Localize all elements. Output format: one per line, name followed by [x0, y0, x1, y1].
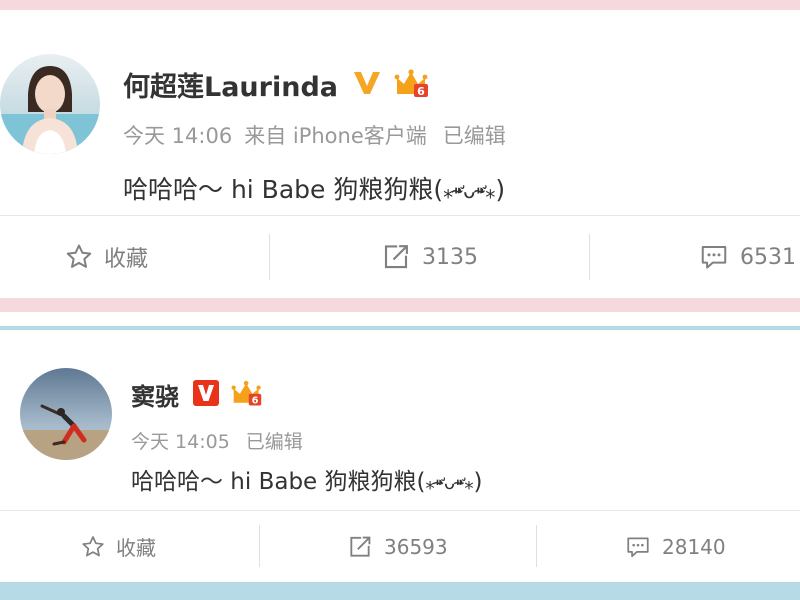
- post-time[interactable]: 今天 14:06: [123, 120, 232, 150]
- star-icon: [82, 535, 104, 556]
- user-info-row: 窦骁 6: [131, 377, 263, 412]
- comment-button[interactable]: 6531: [698, 216, 796, 298]
- repost-count: 36593: [384, 534, 448, 559]
- avatar[interactable]: [0, 54, 100, 154]
- post-text-end: ): [473, 469, 483, 495]
- pink-band-bottom: [0, 298, 800, 312]
- comment-icon: [701, 246, 727, 269]
- comment-count: 6531: [740, 244, 796, 270]
- user-info-row: 何超莲Laurinda 6: [123, 65, 430, 104]
- post-content: 哈哈哈～ hi Babe 狗粮狗粮(⁎⁍̴̛ᴗ⁍̴̛⁎): [123, 170, 505, 206]
- repost-button[interactable]: 36593: [346, 511, 448, 582]
- action-separator: [259, 525, 260, 567]
- post-time[interactable]: 今天 14:05: [131, 427, 230, 454]
- post-text: 哈哈哈～ hi Babe 狗粮狗粮(: [123, 175, 444, 204]
- favorite-label: 收藏: [104, 247, 149, 272]
- top-pink-band: [0, 0, 800, 10]
- username-link[interactable]: 窦骁: [131, 377, 179, 412]
- post-content: 哈哈哈～ hi Babe 狗粮狗粮(⁎⁍̴̛ᴗ⁍̴̛⁎): [131, 462, 483, 496]
- vip-level-label: 6: [417, 85, 425, 98]
- comment-count: 28140: [662, 534, 726, 559]
- vip-crown-icon[interactable]: 6: [231, 379, 263, 411]
- comment-icon: [627, 536, 649, 557]
- post-source: 来自 iPhone客户端: [244, 124, 427, 148]
- post-meta: 今天 14:06 来自 iPhone客户端 已编辑: [123, 120, 506, 150]
- red-v-verified-icon[interactable]: [193, 379, 219, 410]
- username-link[interactable]: 何超莲Laurinda: [123, 65, 338, 104]
- edited-label[interactable]: 已编辑: [443, 120, 506, 150]
- weibo-post-card: 何超莲Laurinda 6 今天 14:06 来自 iPhone客户端 已编辑 …: [0, 10, 800, 298]
- action-separator: [269, 234, 270, 280]
- post-meta: 今天 14:05 已编辑: [131, 427, 303, 454]
- kaomoji: ⁎⁍̴̛ᴗ⁍̴̛⁎: [443, 179, 496, 203]
- comment-button[interactable]: 28140: [624, 511, 726, 582]
- action-bar: 收藏 36593 28140: [0, 511, 800, 582]
- action-separator: [536, 525, 537, 567]
- action-bar: 收藏 3135 6531: [0, 216, 800, 298]
- edited-label[interactable]: 已编辑: [246, 427, 303, 454]
- repost-icon: [350, 536, 371, 557]
- favorite-label: 收藏: [116, 536, 156, 560]
- repost-icon: [384, 245, 408, 269]
- avatar[interactable]: [20, 368, 112, 460]
- favorite-button[interactable]: 收藏: [64, 216, 148, 298]
- repost-button[interactable]: 3135: [380, 216, 478, 298]
- star-icon: [66, 244, 92, 268]
- repost-count: 3135: [422, 244, 478, 270]
- action-separator: [589, 234, 590, 280]
- post-text: 哈哈哈～ hi Babe 狗粮狗粮(: [131, 469, 426, 495]
- vip-crown-icon[interactable]: 6: [394, 68, 430, 102]
- vip-level-label: 6: [252, 395, 259, 406]
- weibo-post-card: 窦骁 6 今天 14:05 已编辑 哈哈哈～ hi Babe 狗粮狗粮(⁎⁍̴̛…: [0, 330, 800, 582]
- post-text-end: ): [495, 175, 506, 204]
- favorite-button[interactable]: 收藏: [80, 511, 156, 582]
- kaomoji: ⁎⁍̴̛ᴗ⁍̴̛⁎: [425, 473, 474, 494]
- gold-v-verified-icon[interactable]: [352, 70, 382, 100]
- blue-band-bottom: [0, 582, 800, 600]
